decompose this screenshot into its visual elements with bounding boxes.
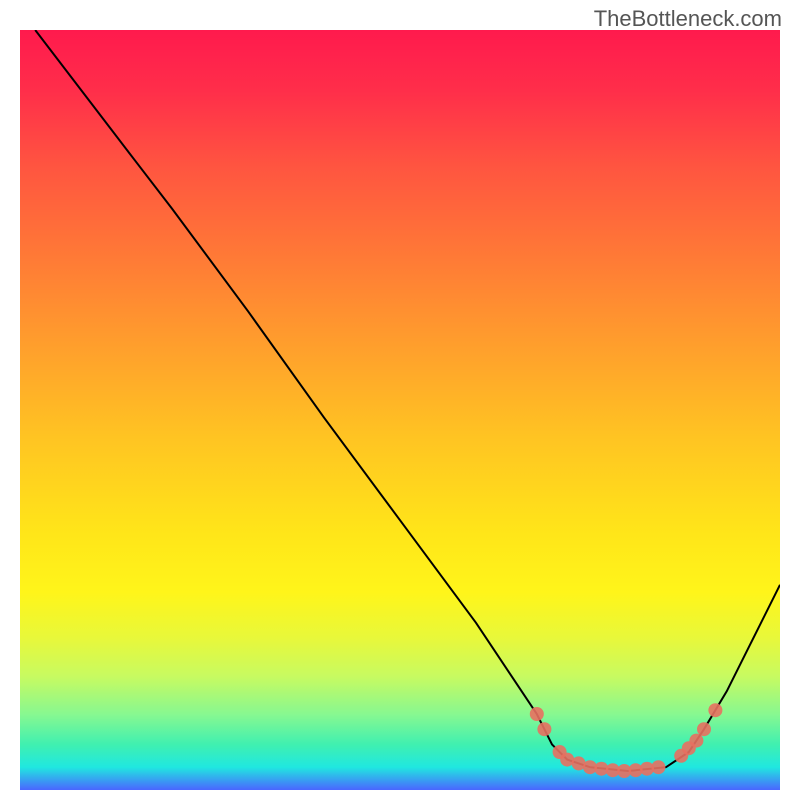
chart-dot xyxy=(689,734,703,748)
chart-plot-area xyxy=(20,30,780,790)
chart-dot xyxy=(530,707,544,721)
watermark-label: TheBottleneck.com xyxy=(594,6,782,32)
chart-dots-group xyxy=(530,703,723,778)
chart-svg-layer xyxy=(20,30,780,790)
chart-dot xyxy=(651,760,665,774)
chart-curve xyxy=(35,30,780,771)
chart-dot xyxy=(708,703,722,717)
chart-dot xyxy=(697,722,711,736)
chart-dot xyxy=(537,722,551,736)
